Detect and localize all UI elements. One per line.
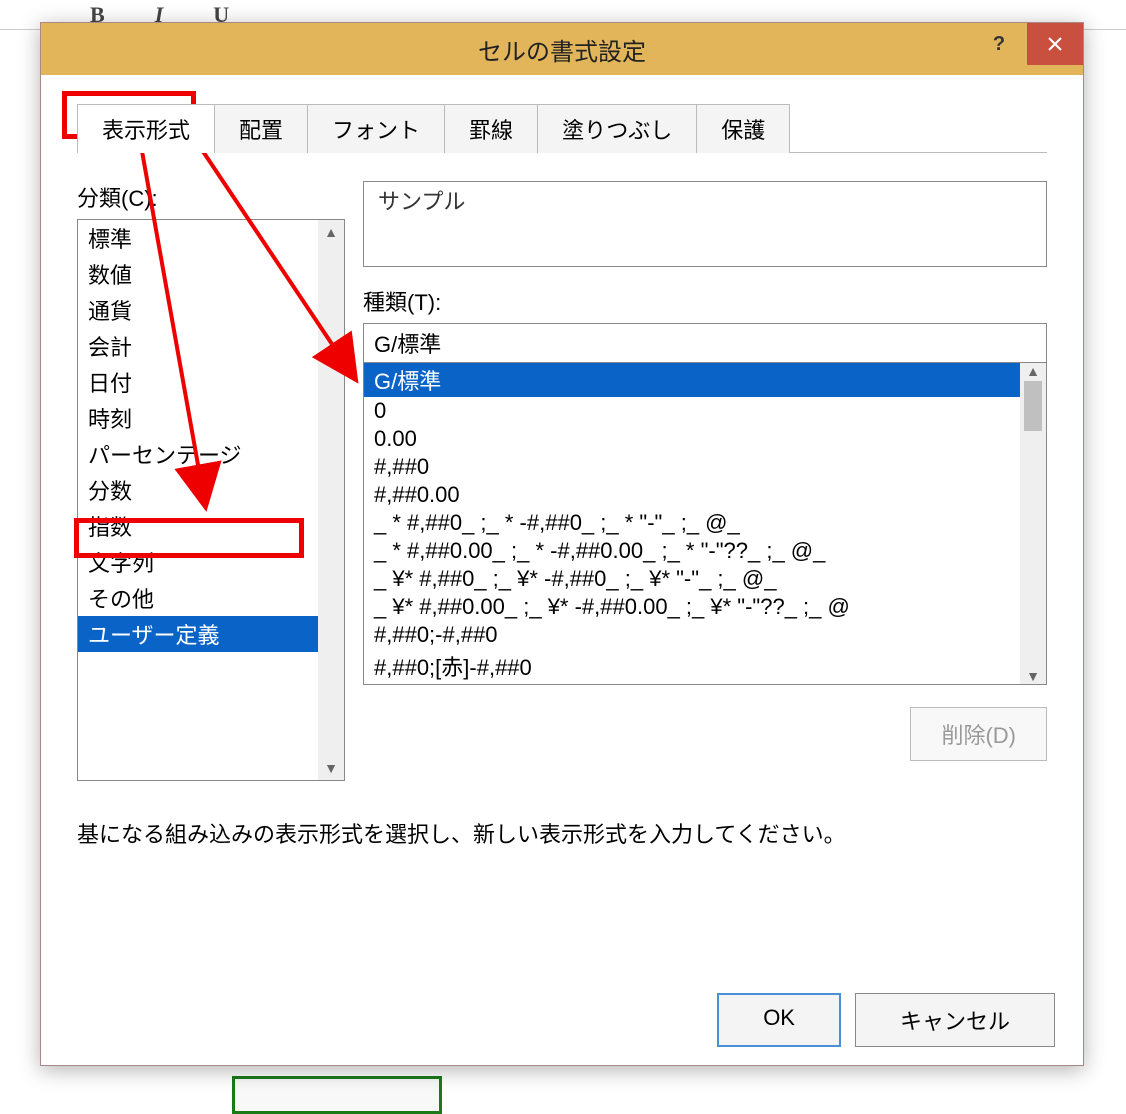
hint-text: 基になる組み込みの表示形式を選択し、新しい表示形式を入力してください。 xyxy=(77,817,1047,849)
category-scrollbar[interactable]: ▲ ▼ xyxy=(318,220,344,780)
type-input[interactable] xyxy=(363,323,1047,363)
tab-alignment[interactable]: 配置 xyxy=(214,104,308,153)
type-item[interactable]: _ * #,##0.00_ ;_ * -#,##0.00_ ;_ * "-"??… xyxy=(364,537,1020,565)
category-item-text[interactable]: 文字列 xyxy=(78,544,344,580)
tab-protection[interactable]: 保護 xyxy=(696,104,790,153)
type-label: 種類(T): xyxy=(363,285,1047,317)
format-cells-dialog: セルの書式設定 ? 表示形式 配置 フォント 罫線 塗りつぶし 保護 分類(C)… xyxy=(40,22,1084,1066)
type-item[interactable]: _ ¥* #,##0.00_ ;_ ¥* -#,##0.00_ ;_ ¥* "-… xyxy=(364,593,1020,621)
type-item[interactable]: #,##0.00 xyxy=(364,481,1020,509)
active-cell[interactable] xyxy=(232,1076,442,1114)
category-label: 分類(C): xyxy=(77,181,345,213)
tab-bar: 表示形式 配置 フォント 罫線 塗りつぶし 保護 xyxy=(77,103,1047,153)
titlebar[interactable]: セルの書式設定 ? xyxy=(41,23,1083,75)
dialog-title: セルの書式設定 xyxy=(478,32,646,67)
category-item-date[interactable]: 日付 xyxy=(78,364,344,400)
category-item-fraction[interactable]: 分数 xyxy=(78,472,344,508)
type-listbox[interactable]: G/標準 0 0.00 #,##0 #,##0.00 _ * #,##0_ ;_… xyxy=(363,363,1047,685)
type-item[interactable]: #,##0 xyxy=(364,453,1020,481)
close-icon xyxy=(1046,35,1064,53)
scroll-down-icon[interactable]: ▼ xyxy=(324,760,338,776)
type-item[interactable]: #,##0;[赤]-#,##0 xyxy=(364,649,1020,683)
tab-fill[interactable]: 塗りつぶし xyxy=(537,104,697,153)
type-item[interactable]: _ * #,##0_ ;_ * -#,##0_ ;_ * "-"_ ;_ @_ xyxy=(364,509,1020,537)
ok-button[interactable]: OK xyxy=(717,993,841,1047)
type-scrollbar[interactable]: ▲ ▼ xyxy=(1020,363,1046,684)
category-item-time[interactable]: 時刻 xyxy=(78,400,344,436)
scroll-up-icon[interactable]: ▲ xyxy=(1026,363,1040,379)
type-item[interactable]: #,##0;-#,##0 xyxy=(364,621,1020,649)
help-button[interactable]: ? xyxy=(971,23,1027,65)
category-item-standard[interactable]: 標準 xyxy=(78,220,344,256)
delete-button: 削除(D) xyxy=(910,707,1047,761)
sample-box: サンプル xyxy=(363,181,1047,267)
tab-border[interactable]: 罫線 xyxy=(444,104,538,153)
sample-label: サンプル xyxy=(378,189,465,214)
close-button[interactable] xyxy=(1027,23,1083,65)
category-item-scientific[interactable]: 指数 xyxy=(78,508,344,544)
category-listbox[interactable]: 標準 数値 通貨 会計 日付 時刻 パーセンテージ 分数 指数 文字列 その他 … xyxy=(77,219,345,781)
tab-font[interactable]: フォント xyxy=(307,104,445,153)
type-item[interactable]: 0.00 xyxy=(364,425,1020,453)
category-item-percentage[interactable]: パーセンテージ xyxy=(78,436,344,472)
scroll-down-icon[interactable]: ▼ xyxy=(1026,668,1040,684)
scrollbar-thumb[interactable] xyxy=(1024,381,1042,431)
category-item-accounting[interactable]: 会計 xyxy=(78,328,344,364)
cancel-button[interactable]: キャンセル xyxy=(855,993,1055,1047)
type-item[interactable]: 0 xyxy=(364,397,1020,425)
tab-number-format[interactable]: 表示形式 xyxy=(77,104,215,153)
category-item-custom[interactable]: ユーザー定義 xyxy=(78,616,344,652)
category-item-number[interactable]: 数値 xyxy=(78,256,344,292)
scroll-up-icon[interactable]: ▲ xyxy=(324,224,338,240)
category-item-currency[interactable]: 通貨 xyxy=(78,292,344,328)
type-item[interactable]: _ ¥* #,##0_ ;_ ¥* -#,##0_ ;_ ¥* "-"_ ;_ … xyxy=(364,565,1020,593)
category-item-special[interactable]: その他 xyxy=(78,580,344,616)
type-item[interactable]: G/標準 xyxy=(364,363,1020,397)
